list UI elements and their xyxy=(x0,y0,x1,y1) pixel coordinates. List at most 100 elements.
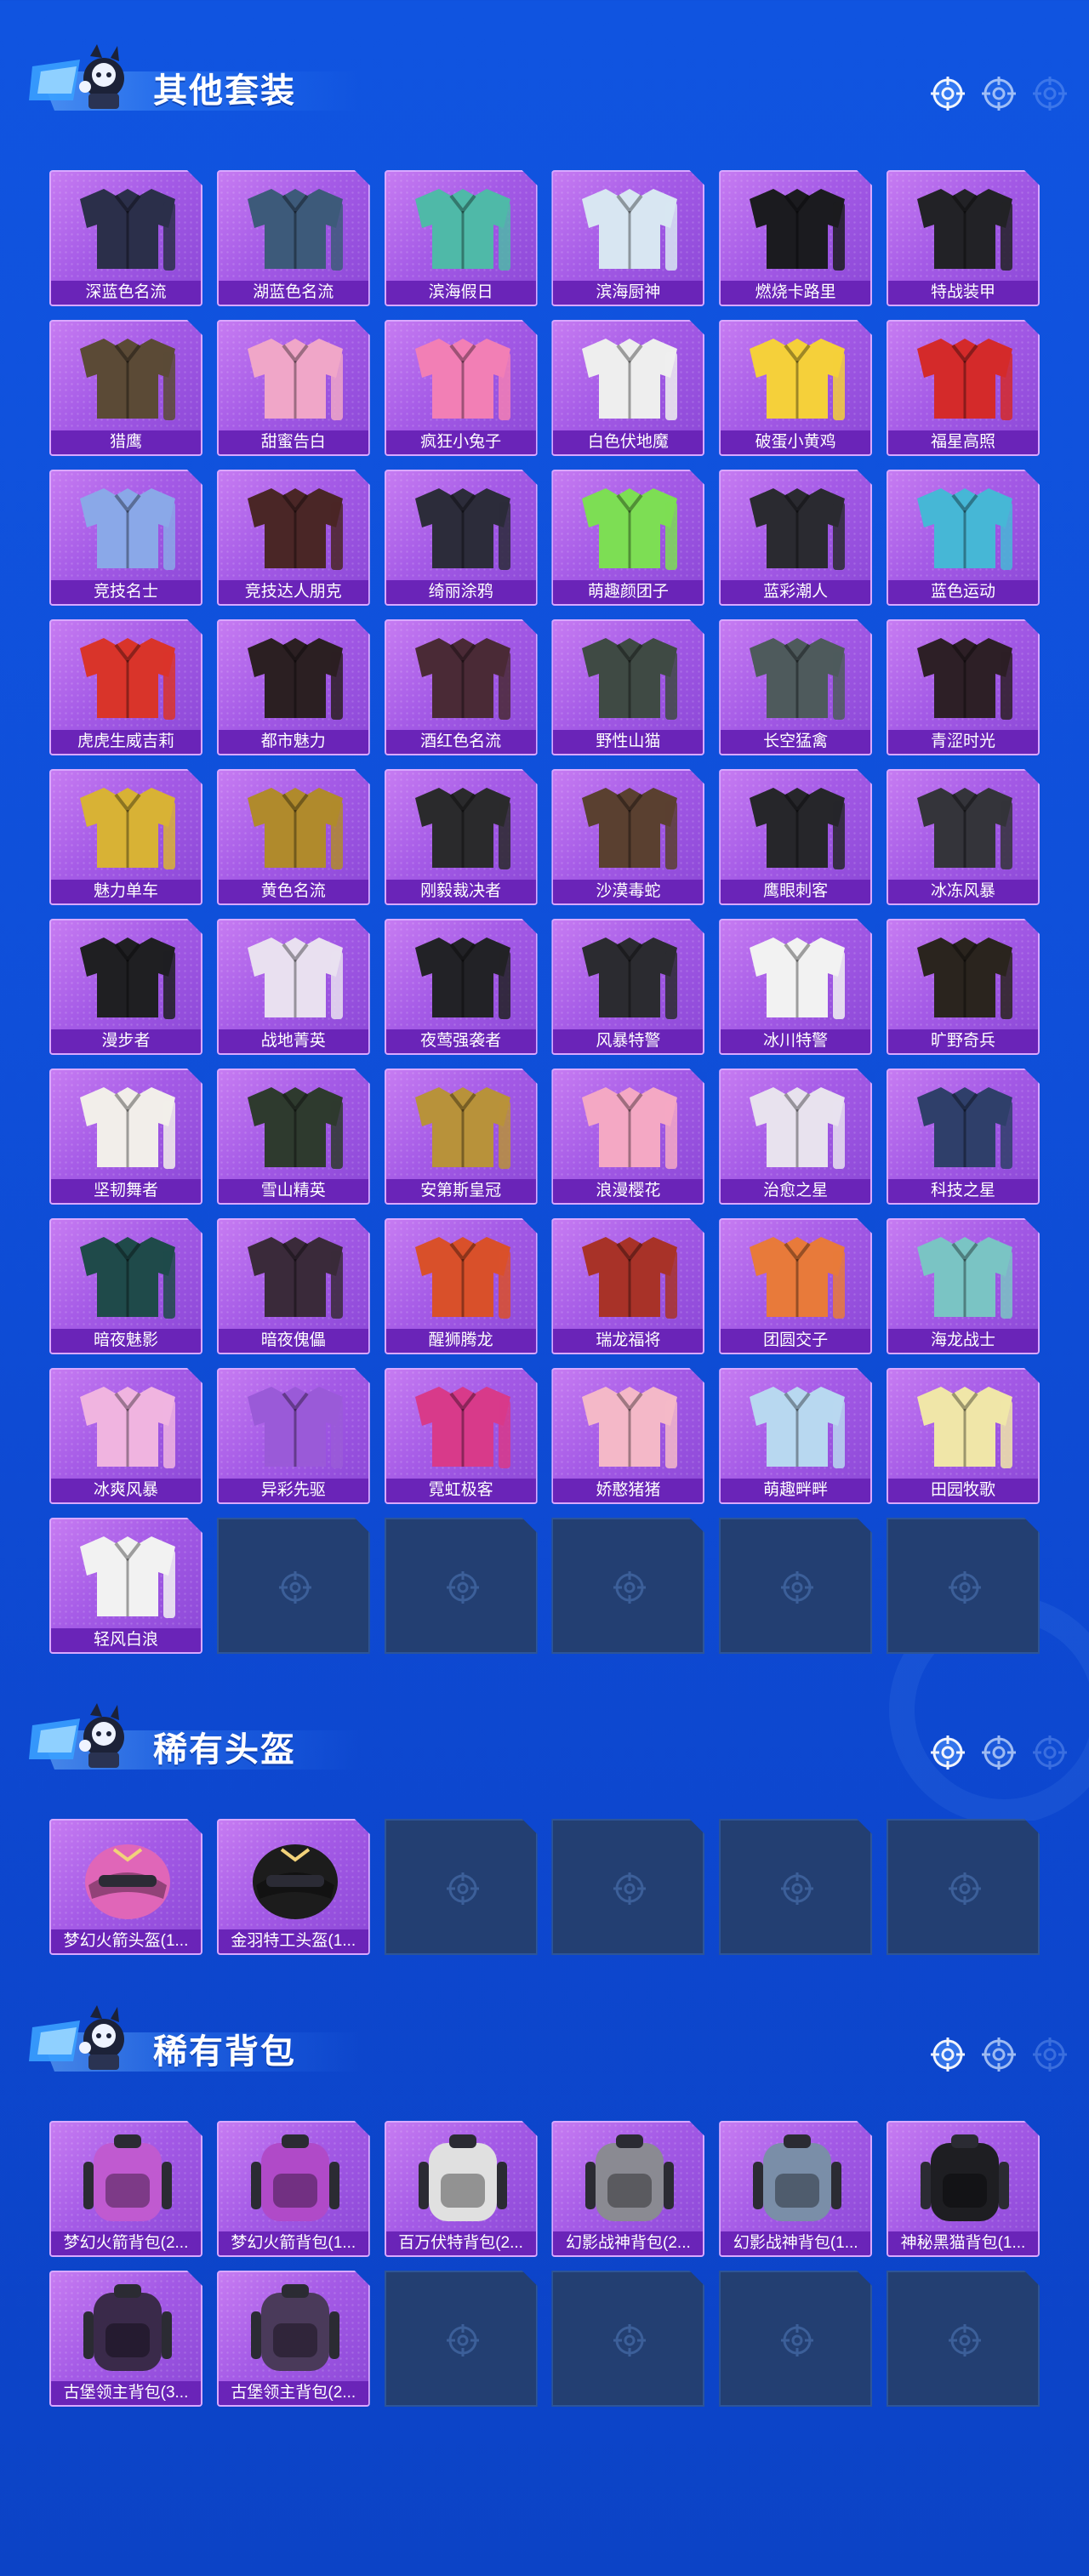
outfit-icon xyxy=(63,1525,192,1625)
item-card[interactable]: 魅力单车 xyxy=(49,769,202,905)
item-card[interactable]: 霓虹极客 xyxy=(385,1368,538,1504)
costume-icon xyxy=(398,1375,527,1475)
item-card[interactable]: 湖蓝色名流 xyxy=(217,170,370,306)
item-card[interactable]: 田园牧歌 xyxy=(887,1368,1040,1504)
item-card[interactable]: 福星高照 xyxy=(887,320,1040,456)
item-card[interactable]: 冰冻风暴 xyxy=(887,769,1040,905)
item-card[interactable]: 轻风白浪 xyxy=(49,1518,202,1654)
crosshair-icon xyxy=(931,2037,965,2072)
item-card[interactable]: 冰爽风暴 xyxy=(49,1368,202,1504)
item-card[interactable]: 暗夜魅影 xyxy=(49,1218,202,1354)
item-card[interactable]: 甜蜜告白 xyxy=(217,320,370,456)
item-card[interactable]: 萌趣颜团子 xyxy=(551,470,704,606)
costume-icon xyxy=(231,1375,360,1475)
backpack-icon xyxy=(398,2128,527,2228)
item-card[interactable]: 特战装甲 xyxy=(887,170,1040,306)
item-card[interactable]: 虎虎生威吉莉 xyxy=(49,619,202,755)
item-card[interactable]: 梦幻火箭头盔(1... xyxy=(49,1819,202,1955)
item-grid: 梦幻火箭背包(2... 梦幻火箭背包(1... 百万伏特背包(2... 幻影战神背包(… xyxy=(49,2121,1040,2407)
item-card[interactable]: 野性山猫 xyxy=(551,619,704,755)
item-card[interactable]: 古堡领主背包(3... xyxy=(49,2271,202,2407)
item-card[interactable]: 破蛋小黄鸡 xyxy=(719,320,872,456)
item-card[interactable]: 酒红色名流 xyxy=(385,619,538,755)
item-card[interactable]: 百万伏特背包(2... xyxy=(385,2121,538,2257)
item-card[interactable]: 风暴特警 xyxy=(551,919,704,1055)
empty-slot xyxy=(551,1819,704,1955)
empty-slot-crosshair-icon xyxy=(611,2322,648,2359)
item-card[interactable]: 白色伏地魔 xyxy=(551,320,704,456)
item-card[interactable]: 梦幻火箭背包(2... xyxy=(49,2121,202,2257)
item-card[interactable]: 醒狮腾龙 xyxy=(385,1218,538,1354)
item-card[interactable]: 漫步者 xyxy=(49,919,202,1055)
item-card[interactable]: 竞技名士 xyxy=(49,470,202,606)
item-label: 冰爽风暴 xyxy=(51,1479,201,1502)
item-card[interactable]: 团圆交子 xyxy=(719,1218,872,1354)
item-card[interactable]: 瑞龙福将 xyxy=(551,1218,704,1354)
suit-icon xyxy=(398,626,527,727)
item-card[interactable]: 疯狂小兔子 xyxy=(385,320,538,456)
item-card[interactable]: 蓝彩潮人 xyxy=(719,470,872,606)
item-card[interactable]: 鹰眼刺客 xyxy=(719,769,872,905)
jacket-icon xyxy=(63,476,192,577)
item-label: 鹰眼刺客 xyxy=(721,880,870,903)
item-card[interactable]: 滨海假日 xyxy=(385,170,538,306)
item-label: 团圆交子 xyxy=(721,1329,870,1353)
item-card[interactable]: 深蓝色名流 xyxy=(49,170,202,306)
item-card[interactable]: 海龙战士 xyxy=(887,1218,1040,1354)
item-label: 异彩先驱 xyxy=(219,1479,368,1502)
camo-icon xyxy=(733,626,862,727)
item-card[interactable]: 浪漫樱花 xyxy=(551,1069,704,1205)
empty-slot-crosshair-icon xyxy=(778,2322,816,2359)
item-card[interactable]: 沙漠毒蛇 xyxy=(551,769,704,905)
item-card[interactable]: 神秘黑猫背包(1... xyxy=(887,2121,1040,2257)
item-card[interactable]: 黄色名流 xyxy=(217,769,370,905)
item-label: 酒红色名流 xyxy=(386,730,536,754)
item-card[interactable]: 萌趣畔畔 xyxy=(719,1368,872,1504)
item-card[interactable]: 青涩时光 xyxy=(887,619,1040,755)
item-card[interactable]: 战地菁英 xyxy=(217,919,370,1055)
item-card[interactable]: 金羽特工头盔(1... xyxy=(217,1819,370,1955)
item-card[interactable]: 坚韧舞者 xyxy=(49,1069,202,1205)
item-card[interactable]: 都市魅力 xyxy=(217,619,370,755)
item-card[interactable]: 冰川特警 xyxy=(719,919,872,1055)
item-card[interactable]: 猎鹰 xyxy=(49,320,202,456)
item-label: 深蓝色名流 xyxy=(51,281,201,305)
item-card[interactable]: 幻影战神背包(2... xyxy=(551,2121,704,2257)
item-card[interactable]: 幻影战神背包(1... xyxy=(719,2121,872,2257)
item-card[interactable]: 刚毅裁决者 xyxy=(385,769,538,905)
item-label: 刚毅裁决者 xyxy=(386,880,536,903)
item-card[interactable]: 滨海厨神 xyxy=(551,170,704,306)
item-card[interactable]: 蓝色运动 xyxy=(887,470,1040,606)
item-card[interactable]: 娇憨猪猪 xyxy=(551,1368,704,1504)
camo-icon xyxy=(565,626,694,727)
section-rare-helmets: 稀有头盔 梦幻火箭头盔(1... 金羽特工头盔(1... xyxy=(0,1693,1089,1787)
item-label: 燃烧卡路里 xyxy=(721,281,870,305)
item-card[interactable]: 长空猛禽 xyxy=(719,619,872,755)
item-card[interactable]: 绮丽涂鸦 xyxy=(385,470,538,606)
jacket-icon xyxy=(900,476,1029,577)
item-label: 冰冻风暴 xyxy=(888,880,1038,903)
item-card[interactable]: 夜莺强袭者 xyxy=(385,919,538,1055)
item-card[interactable]: 古堡领主背包(2... xyxy=(217,2271,370,2407)
item-card[interactable]: 竞技达人朋克 xyxy=(217,470,370,606)
item-label: 特战装甲 xyxy=(888,281,1038,305)
item-card[interactable]: 治愈之星 xyxy=(719,1069,872,1205)
item-card[interactable]: 燃烧卡路里 xyxy=(719,170,872,306)
item-card[interactable]: 安第斯皇冠 xyxy=(385,1069,538,1205)
outfit-icon xyxy=(63,626,192,727)
item-card[interactable]: 异彩先驱 xyxy=(217,1368,370,1504)
item-card[interactable]: 雪山精英 xyxy=(217,1069,370,1205)
item-label: 野性山猫 xyxy=(553,730,703,754)
item-card[interactable]: 梦幻火箭背包(1... xyxy=(217,2121,370,2257)
empty-slot-crosshair-icon xyxy=(778,1870,816,1907)
item-card[interactable]: 暗夜傀儡 xyxy=(217,1218,370,1354)
empty-slot xyxy=(551,2271,704,2407)
item-label: 竞技达人朋克 xyxy=(219,580,368,604)
empty-slot-crosshair-icon xyxy=(444,2322,482,2359)
item-card[interactable]: 科技之星 xyxy=(887,1069,1040,1205)
item-card[interactable]: 旷野奇兵 xyxy=(887,919,1040,1055)
empty-slot-crosshair-icon xyxy=(946,1870,984,1907)
crosshair-icon xyxy=(1033,77,1067,111)
outfit-icon xyxy=(231,476,360,577)
item-label: 冰川特警 xyxy=(721,1029,870,1053)
